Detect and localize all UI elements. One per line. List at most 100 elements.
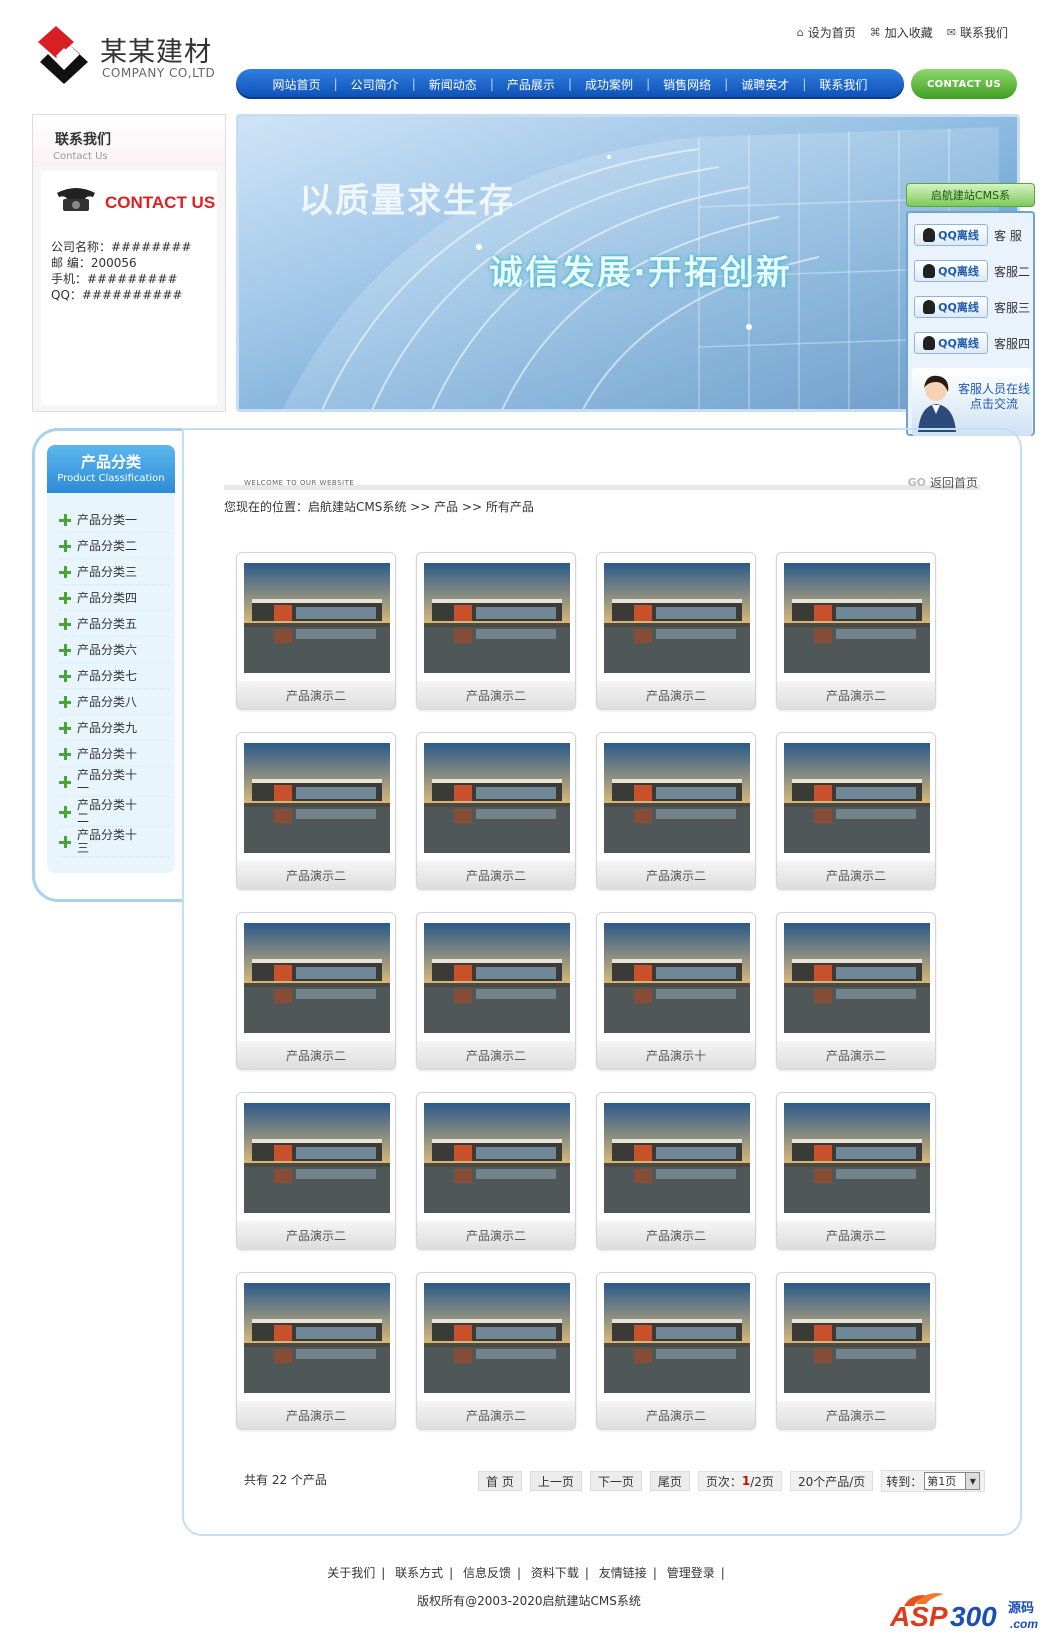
footer-link-downloads[interactable]: 资料下载 — [531, 1566, 579, 1580]
last-page-button[interactable]: 尾页 — [649, 1471, 690, 1491]
product-name[interactable]: 产品演示二 — [237, 681, 395, 710]
product-image[interactable] — [604, 1283, 750, 1393]
category-item[interactable]: 产品分类九 — [59, 715, 171, 741]
product-name[interactable]: 产品演示二 — [597, 1401, 755, 1430]
product-name[interactable]: 产品演示二 — [597, 1221, 755, 1250]
qq-offline-button[interactable]: QQ离线 — [914, 296, 988, 318]
product-card[interactable]: 产品演示二 — [776, 912, 936, 1070]
nav-home[interactable]: 网站首页 — [273, 76, 321, 93]
product-card[interactable]: 产品演示二 — [776, 552, 936, 710]
add-favorite-link[interactable]: ⌘ 加入收藏 — [870, 24, 933, 41]
qq-offline-button[interactable]: QQ离线 — [914, 332, 988, 354]
category-item[interactable]: 产品分类一 — [59, 507, 171, 533]
product-card[interactable]: 产品演示二 — [236, 732, 396, 890]
category-item[interactable]: 产品分类二 — [59, 533, 171, 559]
product-name[interactable]: 产品演示二 — [417, 1401, 575, 1430]
product-card[interactable]: 产品演示二 — [596, 1272, 756, 1430]
product-image[interactable] — [784, 923, 930, 1033]
product-name[interactable]: 产品演示十 — [597, 1041, 755, 1070]
product-name[interactable]: 产品演示二 — [237, 1401, 395, 1430]
nav-news[interactable]: 新闻动态 — [429, 76, 477, 93]
category-item[interactable]: 产品分类五 — [59, 611, 171, 637]
product-name[interactable]: 产品演示二 — [237, 1221, 395, 1250]
footer-link-feedback[interactable]: 信息反馈 — [463, 1566, 511, 1580]
product-image[interactable] — [424, 743, 570, 853]
product-image[interactable] — [604, 743, 750, 853]
product-card[interactable]: 产品演示二 — [416, 1272, 576, 1430]
category-item[interactable]: 产品分类四 — [59, 585, 171, 611]
product-image[interactable] — [244, 563, 390, 673]
product-image[interactable] — [604, 1103, 750, 1213]
product-card[interactable]: 产品演示二 — [776, 1272, 936, 1430]
product-name[interactable]: 产品演示二 — [597, 861, 755, 890]
first-page-button[interactable]: 首 页 — [478, 1471, 522, 1491]
set-homepage-link[interactable]: ⌂ 设为首页 — [797, 24, 856, 41]
product-image[interactable] — [244, 1283, 390, 1393]
product-image[interactable] — [784, 1283, 930, 1393]
nav-contact[interactable]: 联系我们 — [819, 76, 867, 93]
product-name[interactable]: 产品演示二 — [777, 1221, 935, 1250]
nav-cases[interactable]: 成功案例 — [585, 76, 633, 93]
product-image[interactable] — [244, 1103, 390, 1213]
product-image[interactable] — [604, 923, 750, 1033]
footer-link-about[interactable]: 关于我们 — [327, 1566, 375, 1580]
online-service-banner[interactable]: 客服人员在线 点击交流 — [912, 368, 1032, 436]
product-name[interactable]: 产品演示二 — [777, 681, 935, 710]
product-image[interactable] — [784, 743, 930, 853]
contact-us-link[interactable]: ✉ 联系我们 — [947, 24, 1008, 41]
qq-agent-row[interactable]: QQ离线 客服三 — [914, 295, 1034, 319]
product-name[interactable]: 产品演示二 — [237, 1041, 395, 1070]
qq-agent-row[interactable]: QQ离线 客服四 — [914, 331, 1034, 355]
product-card[interactable]: 产品演示二 — [416, 1092, 576, 1250]
nav-about[interactable]: 公司简介 — [351, 76, 399, 93]
product-card[interactable]: 产品演示二 — [596, 552, 756, 710]
qq-offline-button[interactable]: QQ离线 — [914, 224, 988, 246]
product-card[interactable]: 产品演示十 — [596, 912, 756, 1070]
product-card[interactable]: 产品演示二 — [776, 1092, 936, 1250]
nav-products[interactable]: 产品展示 — [507, 76, 555, 93]
product-image[interactable] — [424, 1103, 570, 1213]
contact-us-button[interactable]: CONTACT US — [911, 69, 1017, 99]
category-item[interactable]: 产品分类十二 — [59, 797, 171, 827]
nav-jobs[interactable]: 诚聘英才 — [741, 76, 789, 93]
product-name[interactable]: 产品演示二 — [597, 681, 755, 710]
product-card[interactable]: 产品演示二 — [416, 912, 576, 1070]
qq-agent-row[interactable]: QQ离线 客 服 — [914, 223, 1034, 247]
product-image[interactable] — [424, 563, 570, 673]
product-name[interactable]: 产品演示二 — [777, 1041, 935, 1070]
product-card[interactable]: 产品演示二 — [776, 732, 936, 890]
qq-offline-button[interactable]: QQ离线 — [914, 260, 988, 282]
category-item[interactable]: 产品分类十三 — [59, 827, 171, 857]
product-name[interactable]: 产品演示二 — [237, 861, 395, 890]
product-card[interactable]: 产品演示二 — [416, 732, 576, 890]
product-image[interactable] — [784, 563, 930, 673]
footer-link-admin[interactable]: 管理登录 — [667, 1566, 715, 1580]
nav-sales[interactable]: 销售网络 — [663, 76, 711, 93]
category-item[interactable]: 产品分类八 — [59, 689, 171, 715]
product-card[interactable]: 产品演示二 — [236, 1272, 396, 1430]
prev-page-button[interactable]: 上一页 — [529, 1471, 582, 1491]
product-name[interactable]: 产品演示二 — [417, 681, 575, 710]
product-name[interactable]: 产品演示二 — [777, 861, 935, 890]
footer-link-friends[interactable]: 友情链接 — [599, 1566, 647, 1580]
next-page-button[interactable]: 下一页 — [589, 1471, 642, 1491]
product-name[interactable]: 产品演示二 — [777, 1401, 935, 1430]
product-image[interactable] — [604, 563, 750, 673]
category-item[interactable]: 产品分类七 — [59, 663, 171, 689]
product-card[interactable]: 产品演示二 — [596, 732, 756, 890]
product-card[interactable]: 产品演示二 — [236, 1092, 396, 1250]
product-card[interactable]: 产品演示二 — [596, 1092, 756, 1250]
page-select[interactable]: 第1页 ▼ — [924, 1472, 981, 1490]
product-name[interactable]: 产品演示二 — [417, 861, 575, 890]
product-image[interactable] — [244, 743, 390, 853]
logo[interactable]: 某某建材 COMPANY CO,LTD — [34, 22, 234, 92]
product-image[interactable] — [424, 923, 570, 1033]
category-item[interactable]: 产品分类六 — [59, 637, 171, 663]
product-image[interactable] — [244, 923, 390, 1033]
category-item[interactable]: 产品分类三 — [59, 559, 171, 585]
product-card[interactable]: 产品演示二 — [236, 912, 396, 1070]
back-home-link[interactable]: GO 返回首页 — [908, 474, 978, 491]
product-image[interactable] — [424, 1283, 570, 1393]
qq-agent-row[interactable]: QQ离线 客服二 — [914, 259, 1034, 283]
category-item[interactable]: 产品分类十 — [59, 741, 171, 767]
